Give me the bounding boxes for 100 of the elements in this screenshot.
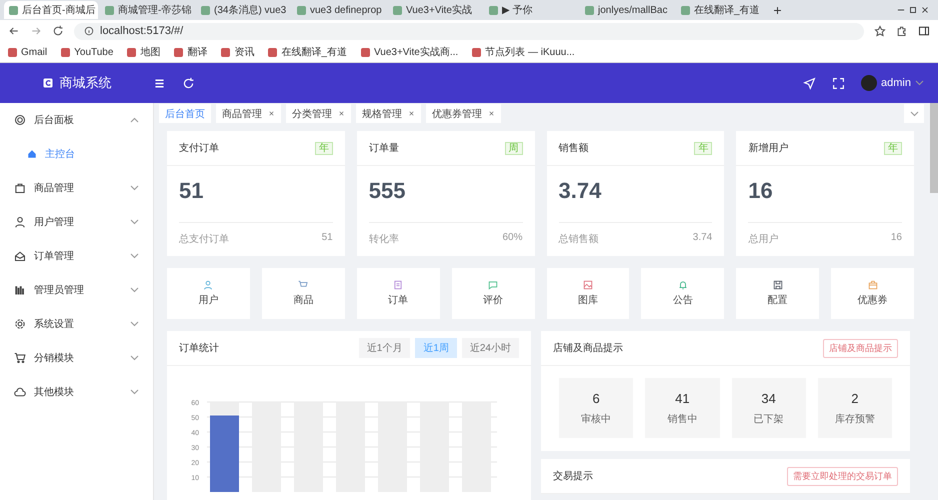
expand-icon bbox=[130, 253, 139, 259]
stat-value: 555 bbox=[368, 178, 406, 203]
back-icon[interactable] bbox=[8, 25, 20, 37]
sidebar-subitem[interactable]: 主控台 bbox=[0, 137, 153, 171]
user-icon bbox=[14, 216, 26, 228]
logo-icon bbox=[42, 77, 54, 89]
page-tab[interactable]: 后台首页 bbox=[159, 104, 211, 123]
page-tab[interactable]: 分类管理 bbox=[286, 104, 351, 123]
browser-tab[interactable]: 在线翻译_有道 bbox=[676, 1, 770, 19]
cloud-icon bbox=[14, 386, 26, 398]
page-tab[interactable]: 优惠券管理 bbox=[426, 104, 501, 123]
expand-icon bbox=[130, 321, 139, 327]
shortcut-button[interactable]: 公告 bbox=[641, 268, 724, 319]
footer-value: 16 bbox=[890, 232, 902, 245]
stat-value: 3.74 bbox=[558, 178, 602, 203]
tip-label: 已下架 bbox=[754, 412, 784, 426]
bookmark[interactable]: Gmail bbox=[8, 46, 48, 58]
maximize-icon[interactable] bbox=[908, 5, 918, 15]
bookmark[interactable]: 翻译 bbox=[174, 45, 208, 59]
shortcut-button[interactable]: 商品 bbox=[262, 268, 345, 319]
shortcut-button[interactable]: 评价 bbox=[452, 268, 534, 319]
tip-value: 41 bbox=[675, 390, 690, 406]
send-icon[interactable] bbox=[803, 76, 816, 90]
tip-label: 库存预警 bbox=[834, 412, 875, 426]
expand-icon bbox=[130, 355, 139, 361]
url-text: localhost:5173/#/ bbox=[100, 25, 184, 37]
shortcut-button[interactable]: 订单 bbox=[356, 268, 440, 319]
sidebar-item[interactable]: 分销模块 bbox=[0, 341, 153, 375]
close-icon[interactable] bbox=[338, 110, 345, 117]
cart-icon bbox=[14, 352, 26, 364]
sidebar-item[interactable]: 商品管理 bbox=[0, 171, 153, 205]
app-title: 商城系统 bbox=[60, 74, 112, 92]
bar-chart-icon bbox=[14, 284, 26, 296]
shortcut-button[interactable]: 用户 bbox=[167, 268, 250, 319]
bookmark[interactable]: Vue3+Vite实战商... bbox=[360, 45, 458, 59]
browser-tab[interactable]: 商城管理-帝莎锦 bbox=[100, 1, 194, 19]
tip-label: 审核中 bbox=[581, 412, 612, 426]
browser-tab[interactable]: vue3 defineprop bbox=[292, 1, 386, 19]
chevron-icon bbox=[910, 110, 918, 116]
bookmark[interactable]: 资讯 bbox=[221, 45, 254, 59]
browser-tab[interactable]: 后台首页-商城后 bbox=[4, 1, 98, 19]
sidebar-item[interactable]: 用户管理 bbox=[0, 205, 153, 239]
address-bar[interactable]: localhost:5173/#/ bbox=[74, 22, 864, 40]
page-tab[interactable]: 商品管理 bbox=[216, 104, 281, 123]
period-tag: 周 bbox=[504, 142, 522, 154]
panel-title: 交易提示 bbox=[553, 470, 594, 483]
footer-label: 总销售额 bbox=[558, 232, 598, 246]
card-title: 新增用户 bbox=[748, 142, 788, 155]
browser-tab[interactable]: ▶ 予你 bbox=[484, 1, 578, 19]
tip-label: 销售中 bbox=[667, 412, 698, 426]
close-icon[interactable] bbox=[488, 110, 495, 117]
period-tag: 年 bbox=[694, 142, 712, 154]
period-tag: 年 bbox=[884, 142, 902, 154]
card-title: 支付订单 bbox=[179, 142, 219, 155]
puzzle-icon[interactable] bbox=[896, 25, 908, 37]
bookmark[interactable]: 地图 bbox=[127, 45, 160, 59]
scrollbar[interactable] bbox=[930, 103, 938, 193]
expand-icon bbox=[130, 185, 139, 191]
sidebar-item[interactable]: 其他模块 bbox=[0, 375, 153, 409]
shortcut-button[interactable]: 优惠券 bbox=[831, 268, 914, 319]
card-title: 销售额 bbox=[558, 142, 588, 155]
bookmark[interactable]: 节点列表 — iKuuu... bbox=[472, 45, 575, 59]
shortcut-button[interactable]: 图库 bbox=[546, 268, 630, 319]
sidebar-item[interactable]: 订单管理 bbox=[0, 239, 153, 273]
username: admin bbox=[881, 77, 911, 89]
close-icon[interactable] bbox=[920, 5, 930, 15]
new-tab-icon[interactable] bbox=[772, 4, 783, 16]
star-icon[interactable] bbox=[874, 25, 886, 37]
browser-tab[interactable]: Vue3+Vite实战 bbox=[388, 1, 482, 19]
sidebar-icon[interactable] bbox=[918, 25, 930, 37]
refresh-icon[interactable] bbox=[182, 76, 195, 90]
browser-tab[interactable]: jonlyes/mallBac bbox=[580, 1, 674, 19]
sidebar-item[interactable]: 后台面板 bbox=[0, 103, 153, 137]
page-tab[interactable]: 规格管理 bbox=[356, 104, 421, 123]
bookmark[interactable]: YouTube bbox=[61, 46, 114, 58]
browser-tab[interactable]: (34条消息) vue3 bbox=[196, 1, 290, 19]
sidebar-item[interactable]: 管理员管理 bbox=[0, 273, 153, 307]
shortcut-button[interactable]: 配置 bbox=[736, 268, 820, 319]
menu-icon[interactable] bbox=[153, 76, 166, 90]
footer-value: 3.74 bbox=[692, 232, 712, 245]
expand-icon bbox=[130, 287, 139, 293]
expand-icon bbox=[130, 219, 139, 225]
footer-label: 转化率 bbox=[368, 232, 399, 246]
bookmark[interactable]: 在线翻译_有道 bbox=[268, 45, 347, 59]
fullscreen-icon[interactable] bbox=[832, 76, 846, 90]
stat-value: 51 bbox=[179, 178, 204, 203]
dashboard-icon bbox=[14, 114, 26, 126]
home-icon bbox=[27, 149, 37, 159]
reload-icon[interactable] bbox=[52, 25, 64, 37]
card-title: 订单量 bbox=[368, 142, 399, 155]
settings-icon bbox=[14, 318, 26, 330]
range-button[interactable]: 近24小时 bbox=[462, 338, 519, 358]
tip-value: 6 bbox=[592, 390, 600, 406]
info-icon bbox=[84, 26, 94, 36]
sidebar-item[interactable]: 系统设置 bbox=[0, 307, 153, 341]
close-icon[interactable] bbox=[408, 110, 415, 117]
avatar bbox=[861, 75, 878, 91]
close-icon[interactable] bbox=[268, 110, 275, 117]
range-button[interactable]: 近1个月 bbox=[358, 338, 410, 358]
user-menu[interactable]: admin bbox=[861, 75, 924, 91]
